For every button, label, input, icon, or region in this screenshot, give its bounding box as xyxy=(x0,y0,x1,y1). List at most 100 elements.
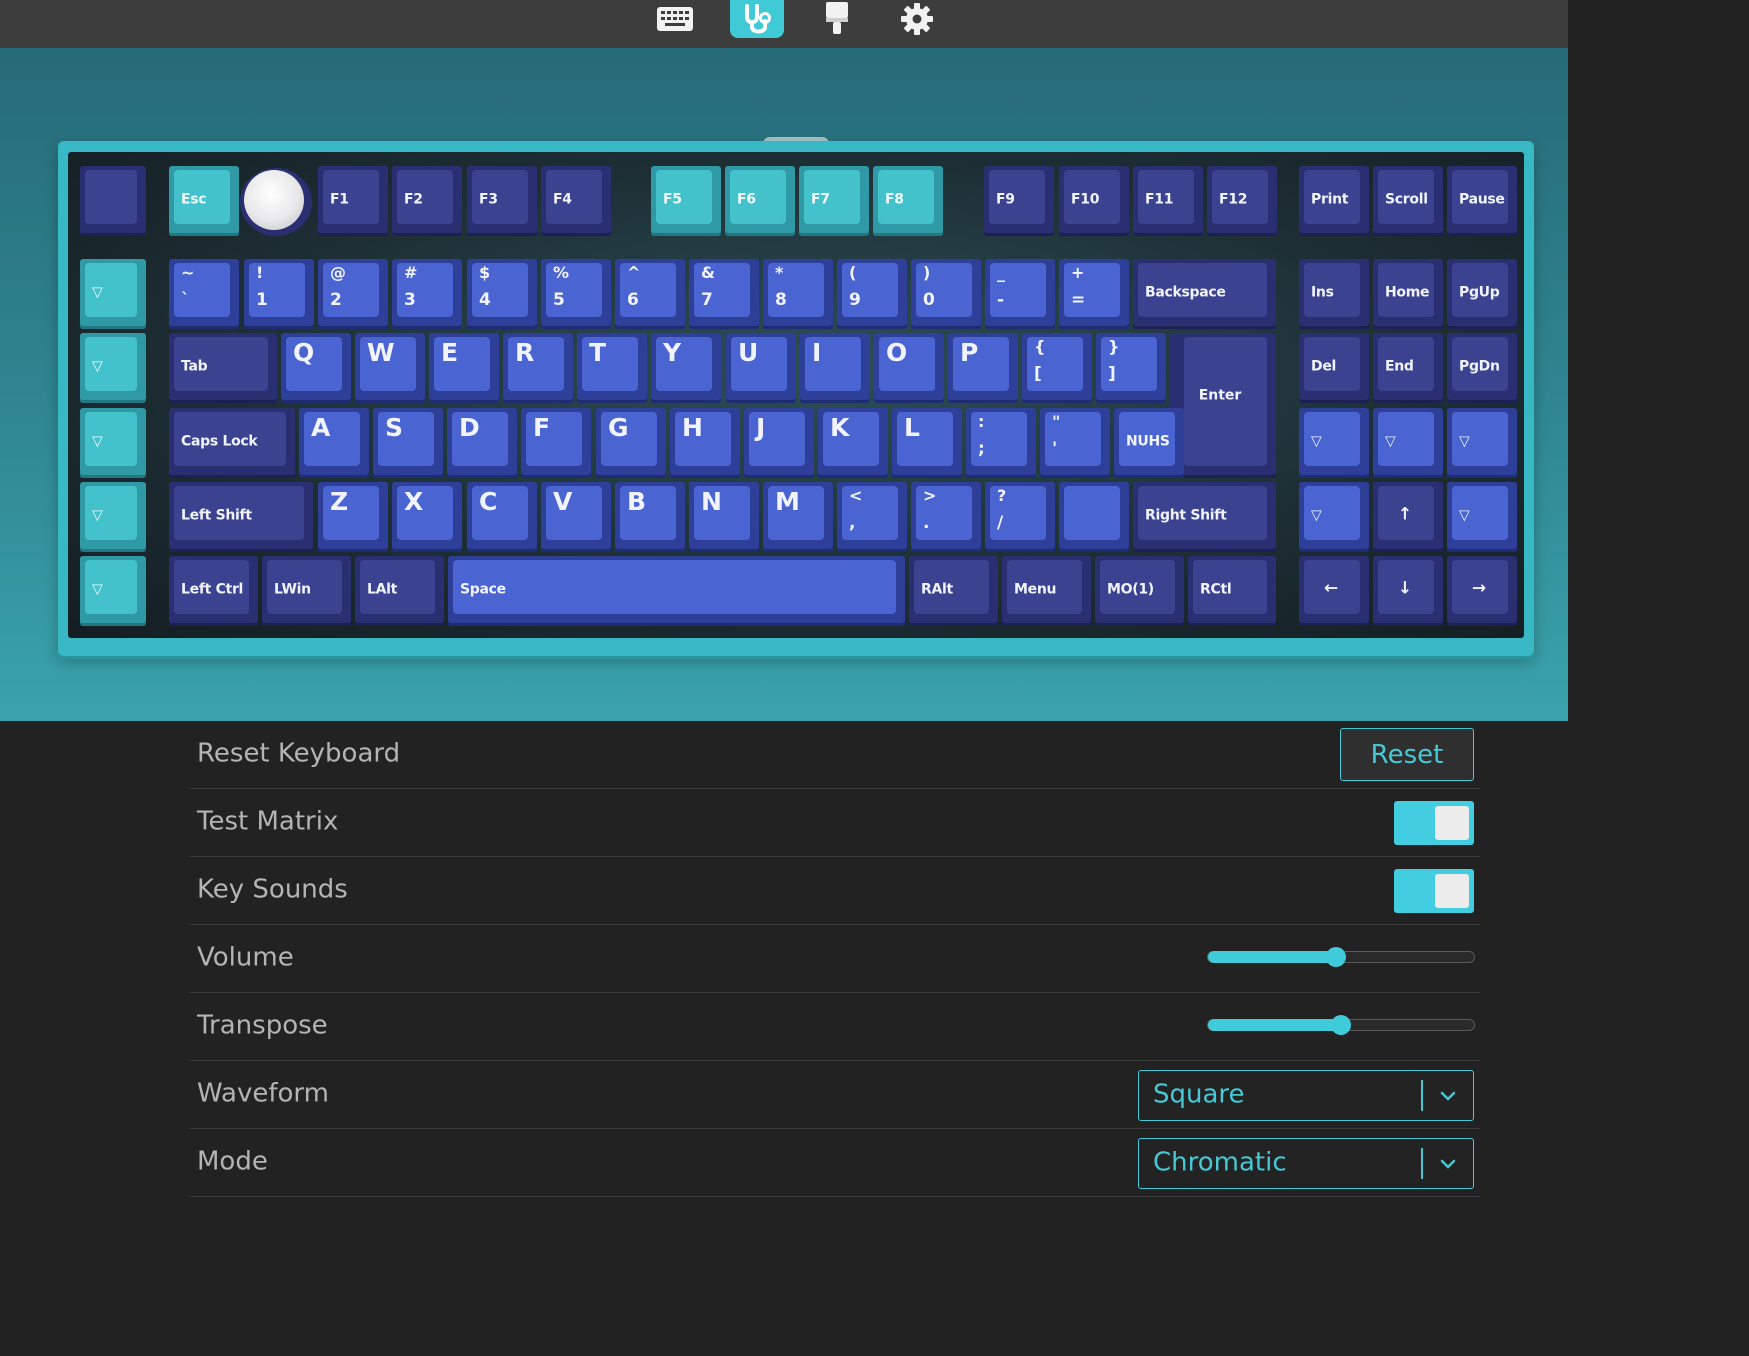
key-left-shift[interactable]: Left Shift xyxy=(169,482,313,552)
key-ins[interactable]: Ins xyxy=(1299,259,1369,329)
transpose-slider[interactable] xyxy=(1207,1015,1475,1035)
key-right-arrow[interactable]: → xyxy=(1447,556,1517,626)
key-e[interactable]: E xyxy=(429,333,499,403)
key-menu[interactable]: Menu xyxy=(1002,556,1091,626)
key-nav-mid-2[interactable]: ▽ xyxy=(1373,408,1443,478)
nav-keyboard-button[interactable] xyxy=(648,0,702,38)
key-r[interactable]: R xyxy=(503,333,573,403)
key-pgdn[interactable]: PgDn xyxy=(1447,333,1517,403)
key-down-arrow[interactable]: ↓ xyxy=(1373,556,1443,626)
key-comma[interactable]: <, xyxy=(837,482,907,552)
key-6[interactable]: ^ 6 xyxy=(615,259,685,329)
key-f8[interactable]: F8 xyxy=(873,166,943,236)
nav-settings-button[interactable] xyxy=(890,0,944,38)
reset-button[interactable]: Reset xyxy=(1340,728,1474,781)
key-t[interactable]: T xyxy=(577,333,647,403)
key-home[interactable]: Home xyxy=(1373,259,1443,329)
key-bracket-left[interactable]: {[ xyxy=(1022,333,1092,403)
waveform-select[interactable]: Square xyxy=(1138,1070,1474,1121)
key-g[interactable]: G xyxy=(596,408,666,478)
key-nav-mid-1[interactable]: ▽ xyxy=(1299,408,1369,478)
key-nav-low-2[interactable]: ▽ xyxy=(1447,482,1517,552)
key-f2[interactable]: F2 xyxy=(392,166,462,236)
key-4[interactable]: $4 xyxy=(467,259,537,329)
key-u[interactable]: U xyxy=(726,333,796,403)
key-l[interactable]: L xyxy=(892,408,962,478)
key-f3[interactable]: F3 xyxy=(467,166,537,236)
key-k[interactable]: K xyxy=(818,408,888,478)
key-2[interactable]: @2 xyxy=(318,259,388,329)
test-matrix-toggle[interactable] xyxy=(1394,801,1474,845)
key-enter[interactable]: Enter xyxy=(1170,333,1276,478)
key-backspace[interactable]: Backspace xyxy=(1133,259,1276,329)
key-semicolon[interactable]: :; xyxy=(966,408,1036,478)
key-minus[interactable]: _ - xyxy=(985,259,1055,329)
key-8[interactable]: * 8 xyxy=(763,259,833,329)
key-macro-top[interactable] xyxy=(80,166,146,236)
key-7[interactable]: & 7 xyxy=(689,259,759,329)
key-n[interactable]: N xyxy=(689,482,759,552)
key-3[interactable]: #3 xyxy=(392,259,462,329)
key-left-win[interactable]: LWin xyxy=(262,556,351,626)
key-h[interactable]: H xyxy=(670,408,740,478)
key-9[interactable]: (9 xyxy=(837,259,907,329)
key-tab[interactable]: Tab xyxy=(169,333,277,403)
key-1[interactable]: ! 1 xyxy=(244,259,314,329)
key-z[interactable]: Z xyxy=(318,482,388,552)
key-j[interactable]: J xyxy=(744,408,814,478)
key-5[interactable]: % 5 xyxy=(541,259,611,329)
key-right-shift[interactable]: Right Shift xyxy=(1133,482,1276,552)
key-caps-lock[interactable]: Caps Lock xyxy=(169,408,295,478)
key-a[interactable]: A xyxy=(299,408,369,478)
key-o[interactable]: O xyxy=(874,333,944,403)
key-0[interactable]: ) 0 xyxy=(911,259,981,329)
key-print[interactable]: Print xyxy=(1299,166,1369,236)
key-f10[interactable]: F10 xyxy=(1059,166,1129,236)
key-v[interactable]: V xyxy=(541,482,611,552)
key-bracket-right[interactable]: }] xyxy=(1096,333,1166,403)
key-m[interactable]: M xyxy=(763,482,833,552)
key-macro-5[interactable]: ▽ xyxy=(80,556,146,626)
key-nav-low-1[interactable]: ▽ xyxy=(1299,482,1369,552)
key-equals[interactable]: + = xyxy=(1059,259,1129,329)
key-macro-2[interactable]: ▽ xyxy=(80,333,146,403)
key-f1[interactable]: F1 xyxy=(318,166,388,236)
mode-select[interactable]: Chromatic xyxy=(1138,1138,1474,1189)
key-f5[interactable]: F5 xyxy=(651,166,721,236)
volume-slider[interactable] xyxy=(1207,947,1475,967)
volume-slider-handle[interactable] xyxy=(1325,947,1346,967)
transpose-slider-handle[interactable] xyxy=(1331,1015,1351,1035)
key-right-alt[interactable]: RAlt xyxy=(909,556,998,626)
key-end[interactable]: End xyxy=(1373,333,1443,403)
key-f7[interactable]: F7 xyxy=(799,166,869,236)
key-b[interactable]: B xyxy=(615,482,685,552)
key-up-arrow[interactable]: ↑ xyxy=(1373,482,1443,552)
key-q[interactable]: Q xyxy=(281,333,351,403)
key-i[interactable]: I xyxy=(800,333,870,403)
key-macro-3[interactable]: ▽ xyxy=(80,408,146,478)
key-pgup[interactable]: PgUp xyxy=(1447,259,1517,329)
key-quote[interactable]: " ' xyxy=(1040,408,1110,478)
key-sounds-toggle[interactable] xyxy=(1394,869,1474,913)
key-del[interactable]: Del xyxy=(1299,333,1369,403)
key-nuhs[interactable]: NUHS xyxy=(1114,408,1184,478)
key-left-arrow[interactable]: ← xyxy=(1299,556,1369,626)
key-slash[interactable]: ? / xyxy=(985,482,1055,552)
nav-test-button[interactable] xyxy=(730,0,784,38)
key-backtick[interactable]: ~ ` xyxy=(169,259,239,329)
key-s[interactable]: S xyxy=(373,408,443,478)
key-f4[interactable]: F4 xyxy=(541,166,611,236)
key-space[interactable]: Space xyxy=(448,556,905,626)
rotary-encoder-knob[interactable] xyxy=(240,168,312,236)
key-blank[interactable] xyxy=(1059,482,1129,552)
key-f[interactable]: F xyxy=(521,408,591,478)
key-f6[interactable]: F6 xyxy=(725,166,795,236)
key-c[interactable]: C xyxy=(467,482,537,552)
nav-design-button[interactable] xyxy=(810,0,864,38)
key-esc[interactable]: Esc xyxy=(169,166,239,236)
key-left-alt[interactable]: LAlt xyxy=(355,556,444,626)
key-mo1[interactable]: MO(1) xyxy=(1095,556,1184,626)
key-macro-1[interactable]: ▽ xyxy=(80,259,146,329)
key-w[interactable]: W xyxy=(355,333,425,403)
key-y[interactable]: Y xyxy=(651,333,721,403)
